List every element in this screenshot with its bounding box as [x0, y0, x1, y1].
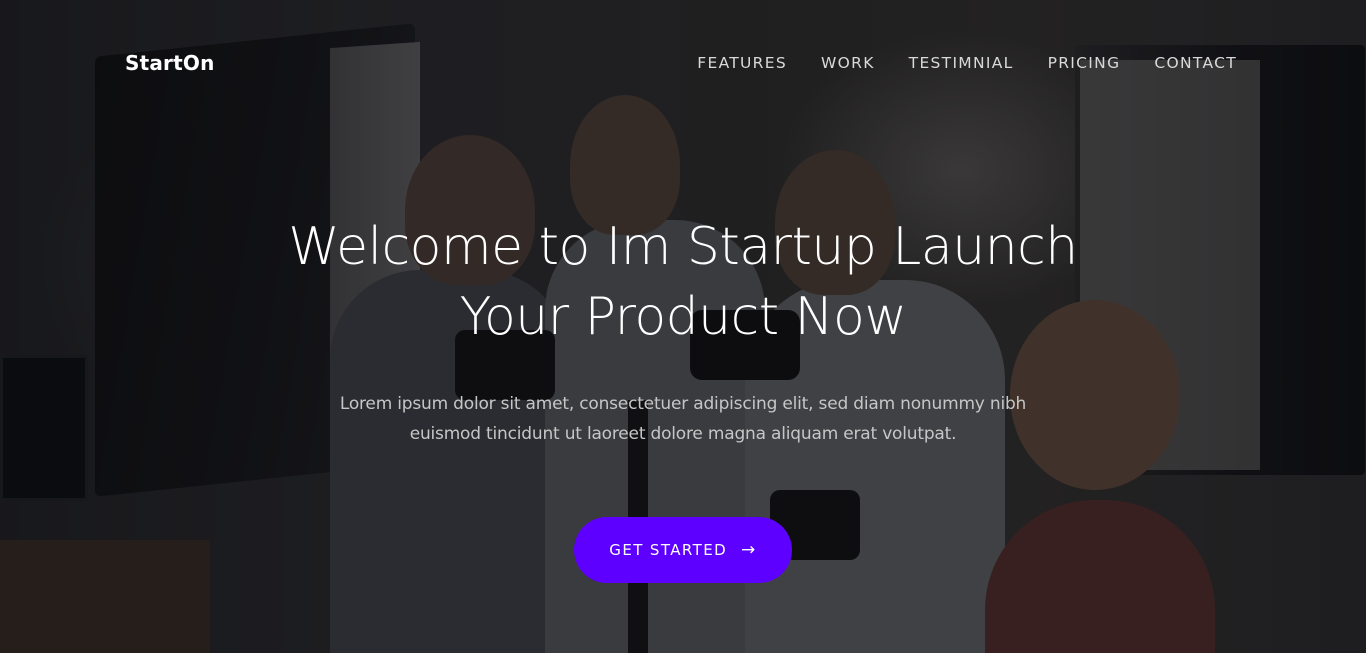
hero-subtitle-line: euismod tincidunt ut laoreet dolore magn… [409, 424, 957, 444]
main-nav: FEATURES WORK TESTIMNIAL PRICING CONTACT [663, 54, 1237, 72]
hero-title: Welcome to Im Startup Launch Your Produc… [0, 212, 1366, 352]
hero-subtitle: Lorem ipsum dolor sit amet, consectetuer… [0, 389, 1366, 449]
brand-logo[interactable]: StartOn [125, 51, 215, 75]
nav-item-features[interactable]: FEATURES [697, 54, 787, 72]
arrow-right-icon: → [741, 539, 757, 560]
nav-item-contact[interactable]: CONTACT [1154, 54, 1237, 72]
hero-title-line: Welcome to Im Startup Launch [288, 217, 1078, 277]
nav-item-work[interactable]: WORK [821, 54, 875, 72]
nav-item-testimonial[interactable]: TESTIMNIAL [909, 54, 1014, 72]
get-started-label: GET STARTED [609, 541, 728, 559]
hero-subtitle-line: Lorem ipsum dolor sit amet, consectetuer… [339, 394, 1027, 414]
hero-title-line: Your Product Now [459, 287, 907, 347]
get-started-button[interactable]: GET STARTED → [574, 517, 792, 583]
nav-item-pricing[interactable]: PRICING [1048, 54, 1121, 72]
